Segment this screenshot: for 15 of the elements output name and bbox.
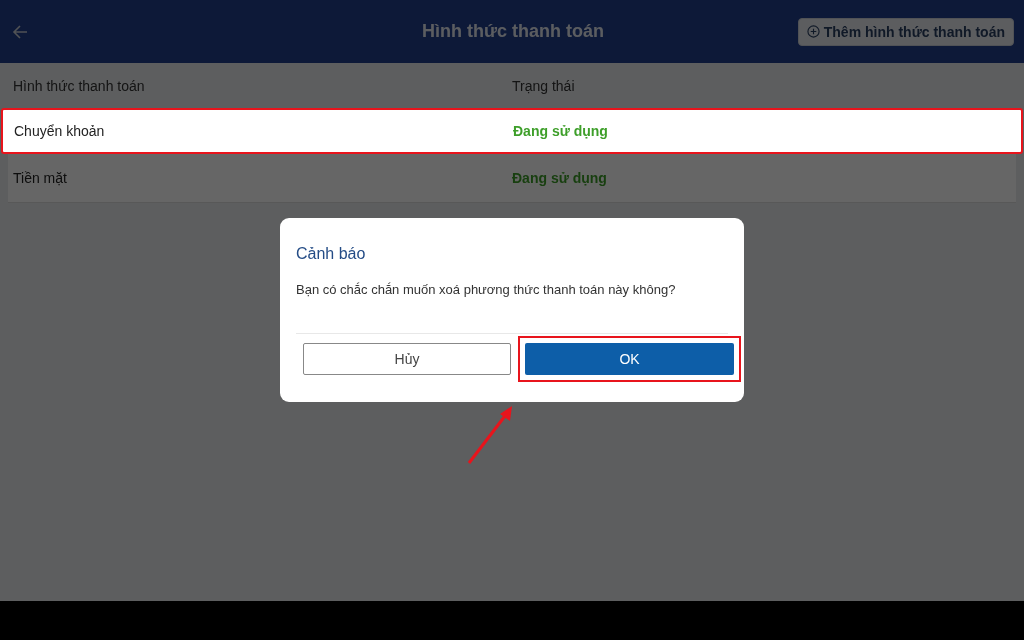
- page-title: Hình thức thanh toán: [422, 21, 604, 42]
- table-row[interactable]: Chuyển khoản Đang sử dụng: [1, 108, 1023, 154]
- ok-button[interactable]: OK: [525, 343, 734, 375]
- payment-method-name: Tiền mặt: [13, 170, 68, 186]
- status-text: Đang sử dụng: [512, 170, 608, 186]
- dialog-title: Cảnh báo: [296, 245, 367, 263]
- column-header: Trạng thái: [512, 77, 576, 94]
- back-arrow-icon[interactable]: [12, 23, 28, 40]
- column-header: Hình thức thanh toán: [13, 77, 146, 94]
- dialog-message: Bạn có chắc chắn muốn xoá phương thức thanh toán này không?: [296, 282, 728, 334]
- cancel-button[interactable]: Hủy: [303, 343, 511, 375]
- payment-method-name: Chuyển khoản: [14, 123, 106, 139]
- status-text: Đang sử dụng: [513, 123, 609, 139]
- plus-circle-icon: [806, 25, 820, 38]
- table-row[interactable]: Tiền mặt Đang sử dụng: [8, 154, 1016, 203]
